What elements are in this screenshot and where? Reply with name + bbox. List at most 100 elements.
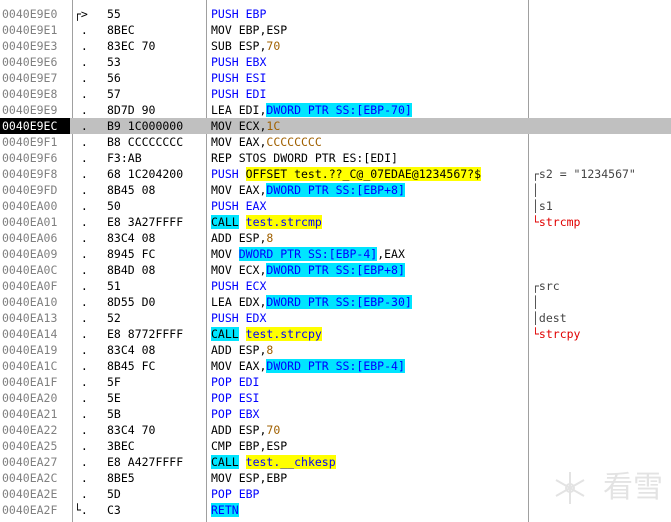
instruction-address: 0040EA13 (2, 311, 58, 325)
instruction-address: 0040EA20 (2, 391, 58, 405)
disasm-row[interactable]: 0040E9E8 . 57 PUSH EDI (0, 86, 671, 102)
call-target: test.strcmp (245, 215, 322, 229)
disasm-row[interactable]: 0040E9EC . B9 1C000000 MOV ECX,1C (0, 118, 671, 134)
instruction-text: MOV ESP,EBP (211, 471, 288, 485)
instruction-hex: 8BE5 (107, 471, 135, 485)
instruction-disassembly: CALL test.strcpy (211, 326, 529, 342)
instruction-text: MOV EBP,ESP (211, 23, 288, 37)
instruction-text: LEA EDI, (211, 103, 267, 117)
disasm-row[interactable]: 0040E9F8 . 68 1C204200 PUSH OFFSET test.??… (0, 166, 671, 182)
instruction-disassembly: POP ESI (211, 390, 529, 406)
procedure-bracket: . (74, 135, 88, 149)
procedure-bracket: . (74, 439, 88, 453)
instruction-text: POP EBP (211, 487, 260, 501)
disasm-row[interactable]: 0040EA22 . 83C4 70 ADD ESP,70 (0, 422, 671, 438)
disasm-row[interactable]: 0040EA1F . 5F POP EDI (0, 374, 671, 390)
memory-operand: DWORD PTR SS:[EBP-4] (238, 247, 378, 261)
instruction-address: 0040E9F1 (2, 135, 58, 149)
instruction-hex: 8B4D 08 (107, 263, 156, 277)
disasm-row[interactable]: 0040EA09 . 8945 FC MOV DWORD PTR SS:[EBP-4… (0, 246, 671, 262)
immediate-value: CCCCCCCC (266, 135, 322, 149)
instruction-text: POP EDI (211, 375, 260, 389)
procedure-bracket: . (74, 119, 88, 133)
instruction-disassembly: LEA EDX,DWORD PTR SS:[EBP-30] (211, 294, 529, 310)
instruction-disassembly: MOV EAX,DWORD PTR SS:[EBP+8] (211, 182, 529, 198)
offset-operand: OFFSET test.??_C@_07EDAE@1234567?$ (245, 167, 482, 181)
disasm-row[interactable]: 0040EA10 . 8D55 D0 LEA EDX,DWORD PTR SS:[E… (0, 294, 671, 310)
comment-text: │ (532, 295, 539, 309)
instruction-address: 0040EA27 (2, 455, 58, 469)
disasm-row[interactable]: 0040E9E1 . 8BEC MOV EBP,ESP (0, 22, 671, 38)
call-target: test.__chkesp (245, 455, 336, 469)
comment-text: ┌s2 = "1234567" (532, 167, 636, 181)
operand-suffix: ,EAX (377, 247, 405, 261)
disasm-row[interactable]: 0040EA01 . E8 3A27FFFF CALL test.strcmp └st… (0, 214, 671, 230)
instruction-disassembly: SUB ESP,70 (211, 38, 529, 54)
disasm-row[interactable]: 0040EA0F . 51 PUSH ECX ┌src (0, 278, 671, 294)
disasm-row[interactable]: 0040EA21 . 5B POP EBX (0, 406, 671, 422)
instruction-disassembly: ADD ESP,8 (211, 342, 529, 358)
immediate-value: 70 (266, 423, 281, 437)
comment-text: ┌src (532, 279, 560, 293)
disasm-row[interactable]: 0040E9E0 ┌> 55 PUSH EBP (0, 6, 671, 22)
instruction-text: PUSH ECX (211, 279, 267, 293)
disasm-row[interactable]: 0040EA1C . 8B45 FC MOV EAX,DWORD PTR SS:[E… (0, 358, 671, 374)
procedure-bracket: . (74, 199, 88, 213)
disasm-row[interactable]: 0040EA19 . 83C4 08 ADD ESP,8 (0, 342, 671, 358)
disasm-row[interactable]: 0040E9F1 . B8 CCCCCCCC MOV EAX,CCCCCCCC (0, 134, 671, 150)
instruction-address: 0040E9E3 (2, 39, 58, 53)
disasm-row[interactable]: 0040E9F6 . F3:AB REP STOS DWORD PTR ES:[ED… (0, 150, 671, 166)
instruction-text: PUSH ESI (211, 71, 267, 85)
instruction-text: POP EBX (211, 407, 260, 421)
procedure-bracket: . (74, 39, 88, 53)
instruction-hex: 8945 FC (107, 247, 156, 261)
instruction-address: 0040EA09 (2, 247, 58, 261)
instruction-hex: E8 A427FFFF (107, 455, 184, 469)
procedure-bracket: . (74, 71, 88, 85)
instruction-hex: 8D55 D0 (107, 295, 156, 309)
call-target: test.strcpy (245, 327, 322, 341)
instruction-hex: C3 (107, 503, 121, 517)
disasm-row[interactable]: 0040EA20 . 5E POP ESI (0, 390, 671, 406)
disasm-row[interactable]: 0040EA14 . E8 8772FFFF CALL test.strcpy └st… (0, 326, 671, 342)
instruction-text: PUSH EDI (211, 87, 267, 101)
disasm-row[interactable]: 0040E9FD . 8B45 08 MOV EAX,DWORD PTR SS:[E… (0, 182, 671, 198)
disasm-row[interactable]: 0040EA00 . 50 PUSH EAX │s1 (0, 198, 671, 214)
instruction-address: 0040EA22 (2, 423, 58, 437)
instruction-hex: 83EC 70 (107, 39, 156, 53)
instruction-text: REP STOS DWORD PTR ES:[EDI] (211, 151, 398, 165)
procedure-bracket: . (74, 311, 88, 325)
procedure-bracket: . (74, 375, 88, 389)
comment-text: └strcmp (532, 215, 581, 229)
instruction-hex: 83C4 08 (107, 231, 156, 245)
instruction-disassembly: MOV EAX,CCCCCCCC (211, 134, 529, 150)
comment-text: │ (532, 183, 539, 197)
instruction-hex: 5E (107, 391, 121, 405)
procedure-bracket: . (74, 55, 88, 69)
disasm-row[interactable]: 0040E9E6 . 53 PUSH EBX (0, 54, 671, 70)
disasm-row[interactable]: 0040EA25 . 3BEC CMP EBP,ESP (0, 438, 671, 454)
instruction-address: 0040E9E1 (2, 23, 58, 37)
disasm-row[interactable]: 0040E9E9 . 8D7D 90 LEA EDI,DWORD PTR SS:[E… (0, 102, 671, 118)
instruction-address: 0040EA00 (2, 199, 58, 213)
immediate-value: 8 (266, 231, 274, 245)
disasm-row[interactable]: 0040E9E7 . 56 PUSH ESI (0, 70, 671, 86)
disasm-row[interactable]: 0040E9E3 . 83EC 70 SUB ESP,70 (0, 38, 671, 54)
instruction-text: PUSH EAX (211, 199, 267, 213)
disassembly-pane[interactable]: 0040E9E0 ┌> 55 PUSH EBP 0040E9E1 . 8BEC MOV EB… (0, 0, 671, 522)
disasm-row[interactable]: 0040EA0C . 8B4D 08 MOV ECX,DWORD PTR SS:[E… (0, 262, 671, 278)
instruction-text: ADD ESP, (211, 343, 267, 357)
instruction-disassembly: MOV EBP,ESP (211, 22, 529, 38)
procedure-bracket: ┌> (74, 7, 88, 21)
disasm-row[interactable]: 0040EA06 . 83C4 08 ADD ESP,8 (0, 230, 671, 246)
disasm-row[interactable]: 0040EA13 . 52 PUSH EDX │dest (0, 310, 671, 326)
instruction-hex: 83C4 08 (107, 343, 156, 357)
procedure-bracket: . (74, 471, 88, 485)
instruction-hex: 56 (107, 71, 121, 85)
instruction-hex: E8 8772FFFF (107, 327, 184, 341)
procedure-bracket: . (74, 423, 88, 437)
instruction-disassembly: PUSH EBX (211, 54, 529, 70)
